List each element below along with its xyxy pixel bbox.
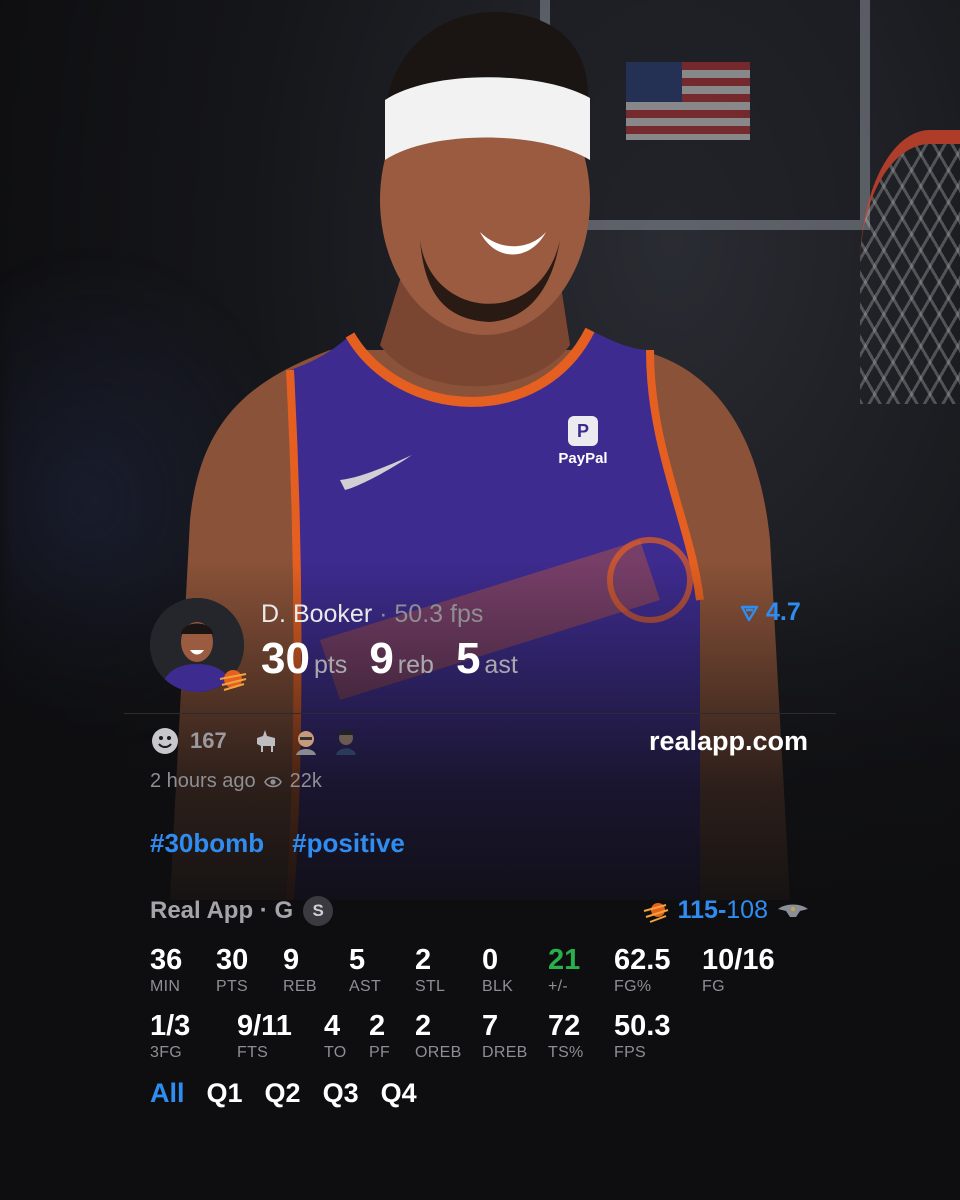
suns-logo-icon: [643, 902, 668, 923]
stat-pts: 30 PTS: [216, 944, 248, 996]
view-count: 22k: [289, 770, 322, 792]
stat-value: 62.5: [614, 944, 671, 976]
tab-q2[interactable]: Q2: [265, 1078, 301, 1109]
hashtag[interactable]: #positive: [292, 828, 405, 859]
headline-value: 9: [369, 634, 394, 683]
reactions-bar: 167: [150, 726, 361, 756]
stat-value: 7: [482, 1010, 499, 1042]
stat-label: 3FG: [150, 1044, 183, 1061]
stat-label: TS%: [548, 1044, 584, 1061]
divider: [124, 713, 836, 714]
pelicans-logo-icon: [778, 904, 808, 917]
headline-value: 5: [455, 634, 481, 683]
home-score: 115-: [677, 896, 727, 924]
stat-fg-pct: 62.5 FG%: [614, 944, 670, 996]
stat-ast: 5 AST: [349, 944, 381, 996]
player-name[interactable]: D. Booker: [261, 600, 372, 628]
goat-icon[interactable]: [251, 726, 281, 756]
game-source: Real App · G S: [150, 896, 334, 926]
stat-value: 4: [324, 1010, 341, 1042]
stat-label: MIN: [150, 978, 181, 995]
player-fps: · 50.3 fps: [379, 600, 484, 628]
stat-min: 36 MIN: [150, 944, 182, 996]
stat-label: DREB: [482, 1044, 528, 1061]
stat-fg: 10/16 FG: [702, 944, 775, 996]
stat-label: AST: [349, 978, 382, 995]
tab-all[interactable]: All: [150, 1078, 185, 1109]
site-link[interactable]: realapp.com: [649, 726, 808, 757]
stat-value: 9: [283, 944, 300, 976]
stat-value: 2: [415, 1010, 432, 1042]
stat-value: 50.3: [614, 1010, 671, 1042]
stat-label: OREB: [415, 1044, 462, 1061]
avatar-icon[interactable]: [331, 726, 361, 756]
hashtags: #30bomb #positive: [150, 828, 405, 859]
stat-ts-pct: 72 TS%: [548, 1010, 584, 1062]
stat-label: BLK: [482, 978, 514, 995]
stat-pf: 2 PF: [369, 1010, 390, 1062]
headline-unit: ast: [484, 651, 518, 679]
game-score[interactable]: 115- 108: [642, 896, 810, 925]
stat-label: REB: [283, 978, 317, 995]
stat-value: 9/11: [237, 1010, 292, 1042]
stat-label: STL: [415, 978, 446, 995]
rating-badge[interactable]: 4.7: [740, 598, 801, 627]
stat-label: FG%: [614, 978, 652, 995]
hashtag[interactable]: #30bomb: [150, 828, 264, 859]
stat-value: 5: [349, 944, 366, 976]
stat-reb: 9 REB: [283, 944, 317, 996]
time-ago: 2 hours ago: [150, 770, 256, 792]
source-label[interactable]: Real App · G: [150, 897, 293, 925]
rating-arrow-icon: [740, 605, 759, 621]
stat-label: TO: [324, 1044, 347, 1061]
rating-value: 4.7: [766, 598, 801, 626]
stat-label: +/-: [548, 978, 569, 995]
stat-label: FG: [702, 978, 725, 995]
stat-label: FPS: [614, 1044, 647, 1061]
stat-value: 1/3: [150, 1010, 191, 1042]
stat-value: 72: [548, 1010, 581, 1042]
suns-logo-icon: [219, 670, 247, 691]
headline-unit: reb: [397, 651, 434, 679]
stat-stl: 2 STL: [415, 944, 445, 996]
stat-fps: 50.3 FPS: [614, 1010, 670, 1062]
away-score: 108: [726, 896, 768, 924]
stat-label: FTS: [237, 1044, 269, 1061]
stat-fts: 9/11 FTS: [237, 1010, 292, 1062]
stat-value: 36: [150, 944, 183, 976]
stat-value: 10/16: [702, 944, 775, 976]
quarter-tabs: All Q1 Q2 Q3 Q4: [150, 1078, 417, 1109]
reaction-count: 167: [190, 728, 227, 753]
stat-value: 0: [482, 944, 499, 976]
tab-q1[interactable]: Q1: [207, 1078, 243, 1109]
stat-value: 30: [216, 944, 249, 976]
smiley-icon[interactable]: [150, 726, 180, 756]
player-name-line: D. Booker · 50.3 fps: [261, 600, 483, 629]
post-card: D. Booker · 50.3 fps 4.7 30 pts 9 reb 5 …: [0, 0, 960, 1200]
post-meta: 2 hours ago 22k: [150, 770, 322, 793]
stat-value: 2: [415, 944, 432, 976]
stat-label: PTS: [216, 978, 249, 995]
face-icon[interactable]: [291, 726, 321, 756]
stat-plus-minus: 21 +/-: [548, 944, 580, 996]
stat-label: PF: [369, 1044, 391, 1061]
eye-icon: [263, 776, 282, 787]
stat-to: 4 TO: [324, 1010, 347, 1062]
headline-stats: 30 pts 9 reb 5 ast: [261, 634, 540, 684]
stat-dreb: 7 DREB: [482, 1010, 528, 1062]
position-badge: S: [303, 896, 334, 926]
headline-unit: pts: [313, 651, 348, 679]
tab-q3[interactable]: Q3: [323, 1078, 359, 1109]
headline-value: 30: [261, 634, 310, 683]
tab-q4[interactable]: Q4: [381, 1078, 417, 1109]
stat-value: 21: [548, 944, 581, 976]
stat-blk: 0 BLK: [482, 944, 513, 996]
stat-value: 2: [369, 1010, 386, 1042]
stat-oreb: 2 OREB: [415, 1010, 462, 1062]
stat-3fg: 1/3 3FG: [150, 1010, 190, 1062]
